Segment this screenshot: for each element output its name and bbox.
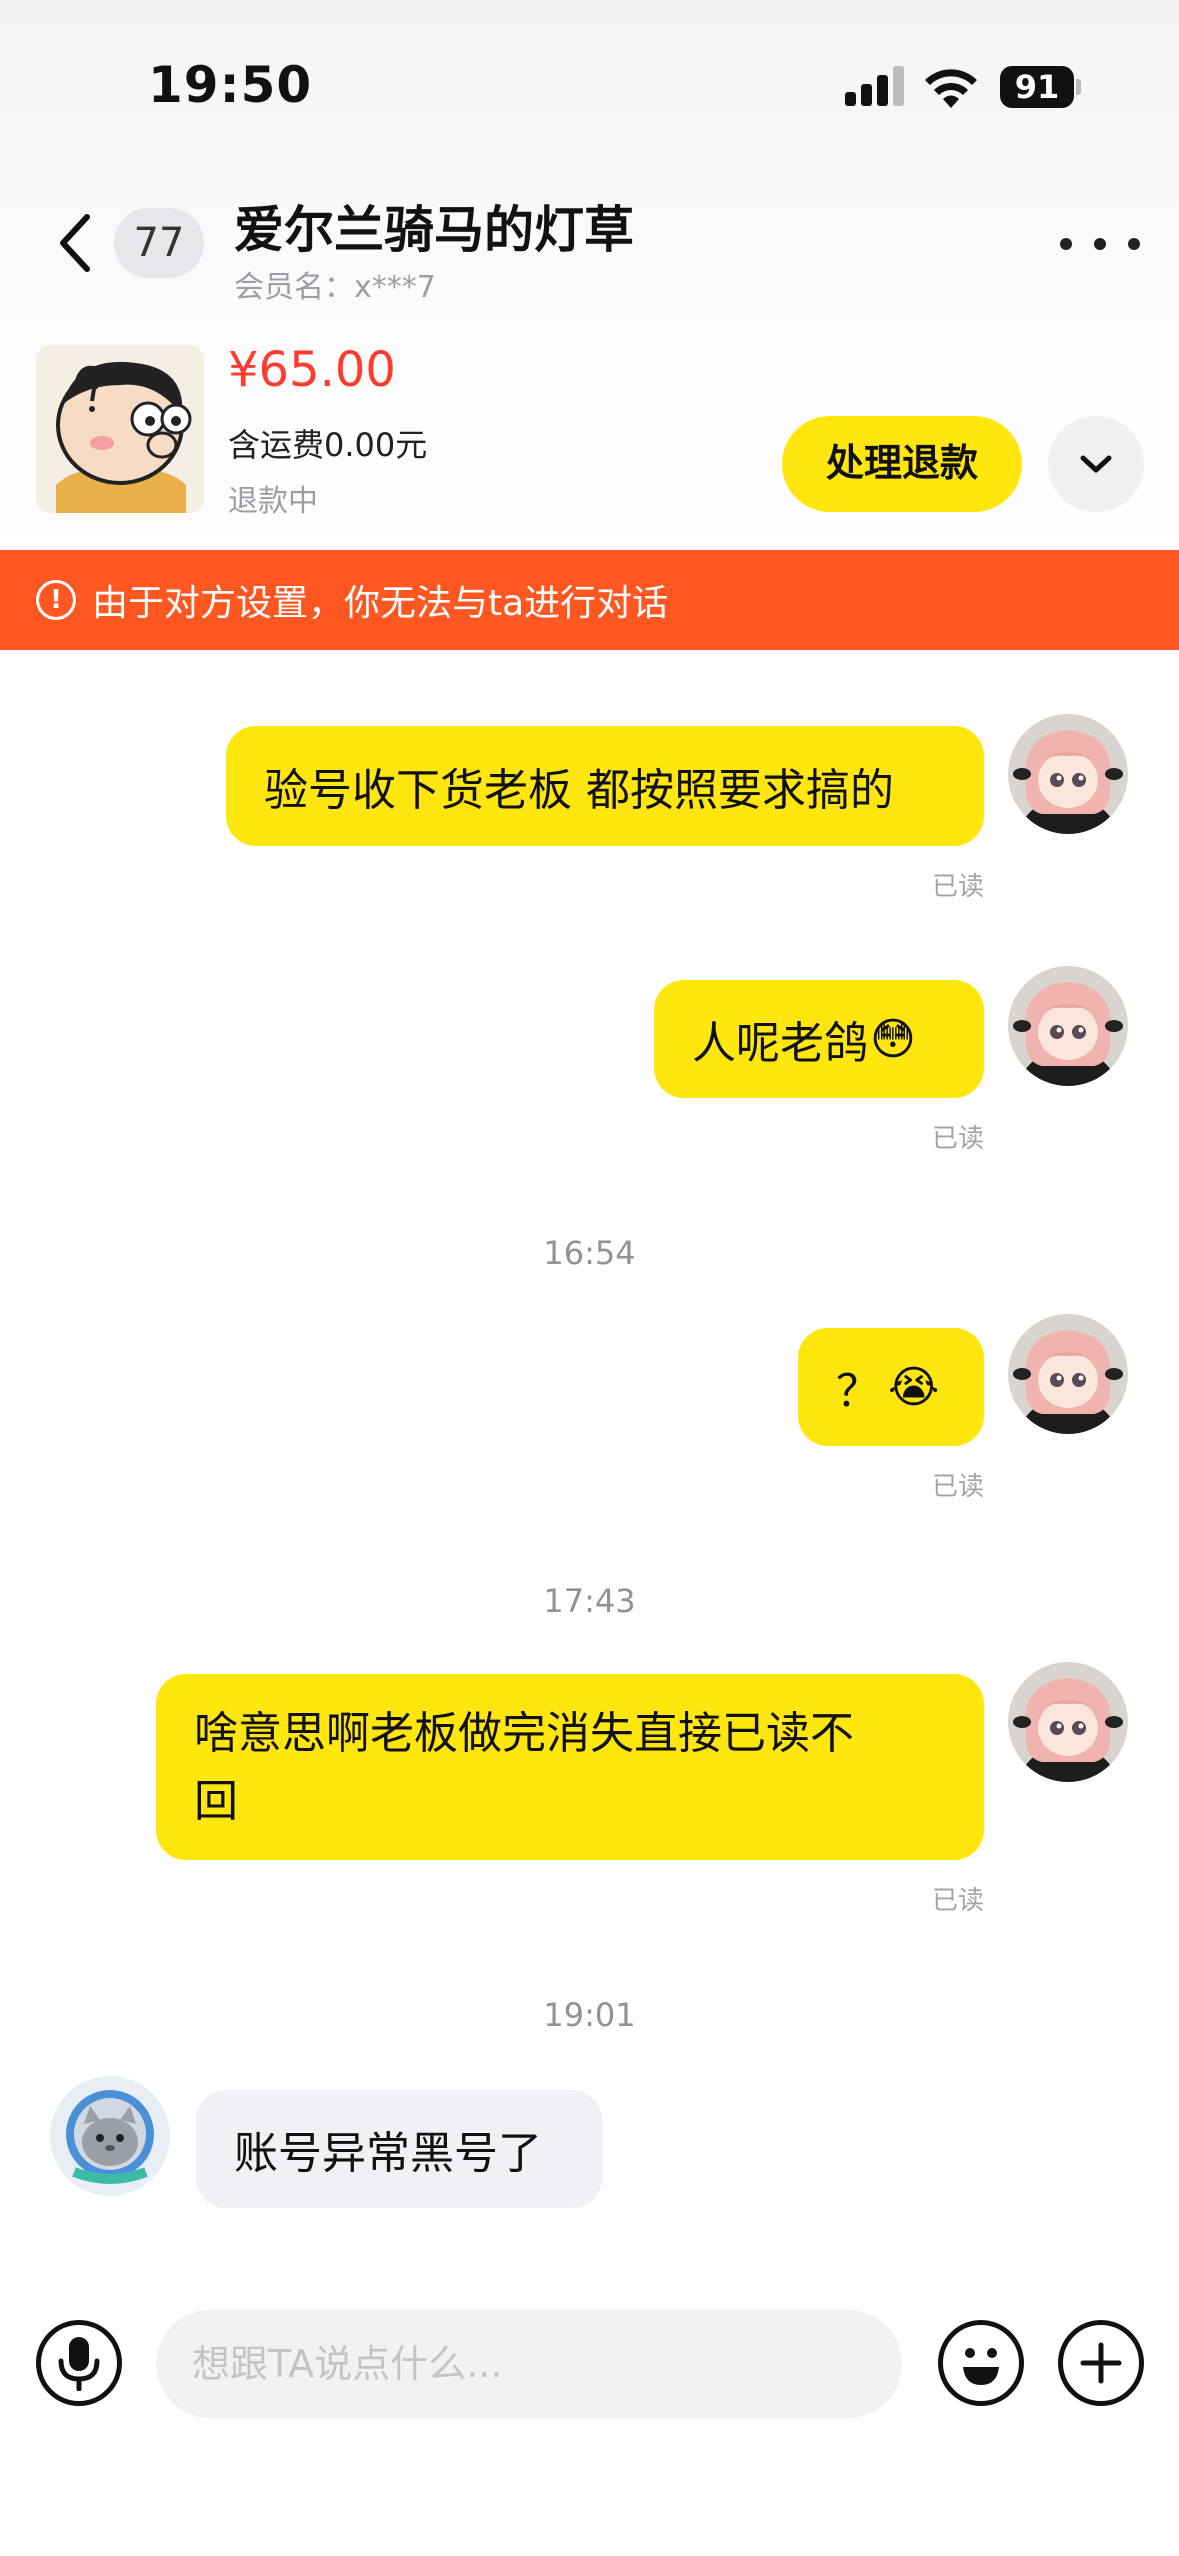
my-avatar[interactable] <box>1008 1314 1128 1434</box>
read-receipt: 已读 <box>932 872 985 902</box>
emoji-icon <box>963 2348 999 2385</box>
refund-status: 退款中 <box>228 484 318 519</box>
shipping-fee: 含运费0.00元 <box>228 426 428 464</box>
read-receipt: 已读 <box>932 1124 985 1154</box>
time-divider: 17:43 <box>543 1582 636 1620</box>
signal-icon <box>845 66 904 106</box>
restriction-banner-text: 由于对方设置，你无法与ta进行对话 <box>92 583 669 624</box>
message-text: 账号异常黑号了 <box>234 2128 542 2179</box>
my-avatar[interactable] <box>1008 966 1128 1086</box>
chevron-left-icon <box>60 214 90 272</box>
more-dots-icon <box>1094 238 1106 250</box>
battery-cap <box>1076 79 1081 95</box>
chat-title: 爱尔兰骑马的灯草 <box>234 201 634 259</box>
message-input[interactable] <box>156 2310 902 2418</box>
plus-icon <box>1080 2342 1122 2384</box>
wifi-icon <box>925 69 977 108</box>
time-divider: 16:54 <box>543 1234 636 1272</box>
message-text: 验号收下货老板 都按照要求搞的 <box>264 765 894 816</box>
product-thumbnail[interactable] <box>36 345 204 513</box>
emoji-button[interactable] <box>938 2320 1024 2406</box>
message-bubble-received[interactable]: 账号异常黑号了 <box>196 2090 602 2208</box>
message-text: 人呢老鸽 <box>692 1018 868 1069</box>
message-text-line: 回 <box>194 1776 238 1827</box>
read-receipt: 已读 <box>932 1472 985 1502</box>
avatar-image <box>1008 966 1128 1086</box>
my-avatar[interactable] <box>1008 1662 1128 1782</box>
read-receipt: 已读 <box>932 1886 985 1916</box>
chevron-down-icon <box>1080 455 1112 473</box>
battery-icon: 91 <box>1000 66 1074 108</box>
time-divider: 19:01 <box>543 1996 636 2034</box>
message-text-line: 啥意思啊老板做完消失直接已读不 <box>194 1708 854 1759</box>
avatar-image <box>1008 1314 1128 1434</box>
more-actions-button[interactable] <box>1058 2320 1144 2406</box>
message-bubble-sent[interactable]: 验号收下货老板 都按照要求搞的 <box>226 726 984 846</box>
contact-avatar[interactable] <box>50 2076 170 2196</box>
crying-face-emoji: 😭 <box>888 1361 940 1413</box>
message-bubble-sent[interactable]: 啥意思啊老板做完消失直接已读不 回 <box>156 1674 984 1860</box>
more-dots-icon <box>1128 238 1140 250</box>
message-text: ？ <box>836 1366 880 1417</box>
process-refund-button[interactable]: 处理退款 <box>782 416 1022 512</box>
microphone-icon <box>58 2337 100 2391</box>
order-price: ¥65.00 <box>228 342 396 398</box>
message-bubble-sent[interactable]: 人呢老鸽 😳 <box>654 980 984 1098</box>
product-image <box>36 345 204 513</box>
more-options-button[interactable] <box>1060 224 1140 264</box>
more-dots-icon <box>1060 238 1072 250</box>
avatar-image <box>1008 1662 1128 1782</box>
voice-input-button[interactable] <box>36 2320 122 2406</box>
my-avatar[interactable] <box>1008 714 1128 834</box>
message-bubble-sent[interactable]: ？ 😭 <box>798 1328 984 1446</box>
status-time: 19:50 <box>148 56 313 114</box>
restriction-banner: ! 由于对方设置，你无法与ta进行对话 <box>0 550 1179 650</box>
avatar-image <box>50 2076 170 2196</box>
unread-count-badge[interactable]: 77 <box>114 208 204 278</box>
expand-order-button[interactable] <box>1048 416 1144 512</box>
back-button[interactable] <box>40 208 110 278</box>
member-name-label: 会员名：x***7 <box>234 270 436 305</box>
alert-circle-icon: ! <box>36 580 76 620</box>
avatar-image <box>1008 714 1128 834</box>
flushed-face-emoji: 😳 <box>870 1013 916 1065</box>
